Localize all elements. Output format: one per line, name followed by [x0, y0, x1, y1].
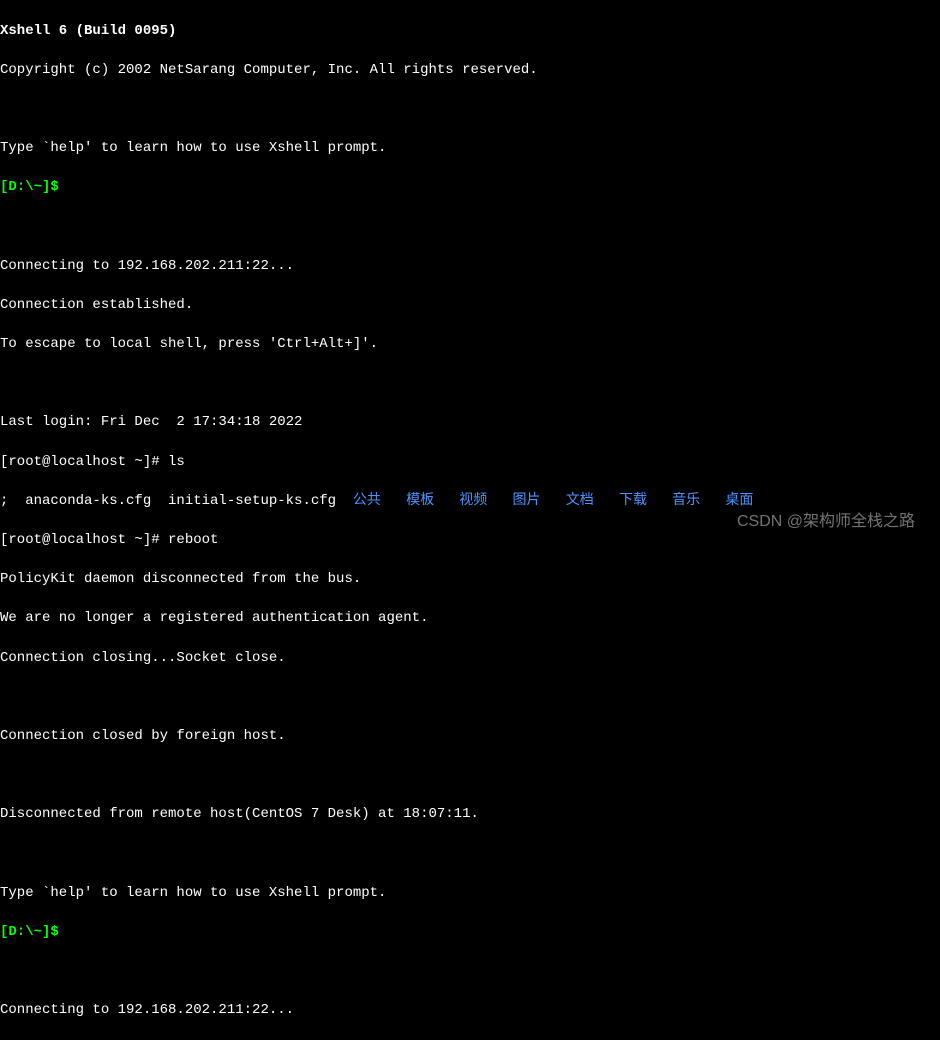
ls-files: ; anaconda-ks.cfg initial-setup-ks.cfg	[0, 493, 353, 509]
blank-line	[0, 766, 940, 786]
watermark-text: CSDN @架构师全栈之路	[737, 511, 915, 533]
remote-prompt: [root@localhost ~]#	[0, 532, 168, 548]
help-hint: Type `help' to learn how to use Xshell p…	[0, 139, 940, 159]
connecting-text: Connecting to 192.168.202.211:22...	[0, 257, 940, 277]
connection-established: Connection established.	[0, 296, 940, 316]
copyright-text: Copyright (c) 2002 NetSarang Computer, I…	[0, 61, 940, 81]
closed-msg: Connection closed by foreign host.	[0, 727, 940, 747]
blank-line	[0, 962, 940, 982]
reboot-command: reboot	[168, 532, 218, 548]
help-hint-2: Type `help' to learn how to use Xshell p…	[0, 884, 940, 904]
local-prompt: [D:\~]$	[0, 924, 67, 940]
dir-item: 图片	[513, 493, 541, 509]
dir-item: 音乐	[672, 493, 700, 509]
last-login: Last login: Fri Dec 2 17:34:18 2022	[0, 413, 940, 433]
blank-line	[0, 218, 940, 238]
dir-item: 下载	[619, 493, 647, 509]
blank-line	[0, 688, 940, 708]
disconnected-msg: Disconnected from remote host(CentOS 7 D…	[0, 805, 940, 825]
reconnecting-text: Connecting to 192.168.202.211:22...	[0, 1001, 940, 1021]
app-title: Xshell 6 (Build 0095)	[0, 22, 940, 42]
dir-item: 公共	[353, 493, 381, 509]
dir-item: 文档	[566, 493, 594, 509]
dir-item: 视频	[459, 493, 487, 509]
remote-prompt: [root@localhost ~]#	[0, 454, 168, 470]
dir-item: 桌面	[725, 493, 753, 509]
blank-line	[0, 374, 940, 394]
closing-msg: Connection closing...Socket close.	[0, 649, 940, 669]
local-prompt: [D:\~]$	[0, 179, 67, 195]
escape-hint: To escape to local shell, press 'Ctrl+Al…	[0, 335, 940, 355]
policykit-msg: PolicyKit daemon disconnected from the b…	[0, 570, 940, 590]
blank-line	[0, 845, 940, 865]
no-longer-msg: We are no longer a registered authentica…	[0, 609, 940, 629]
dir-item: 模板	[406, 493, 434, 509]
ls-command: ls	[168, 454, 185, 470]
blank-line	[0, 100, 940, 120]
